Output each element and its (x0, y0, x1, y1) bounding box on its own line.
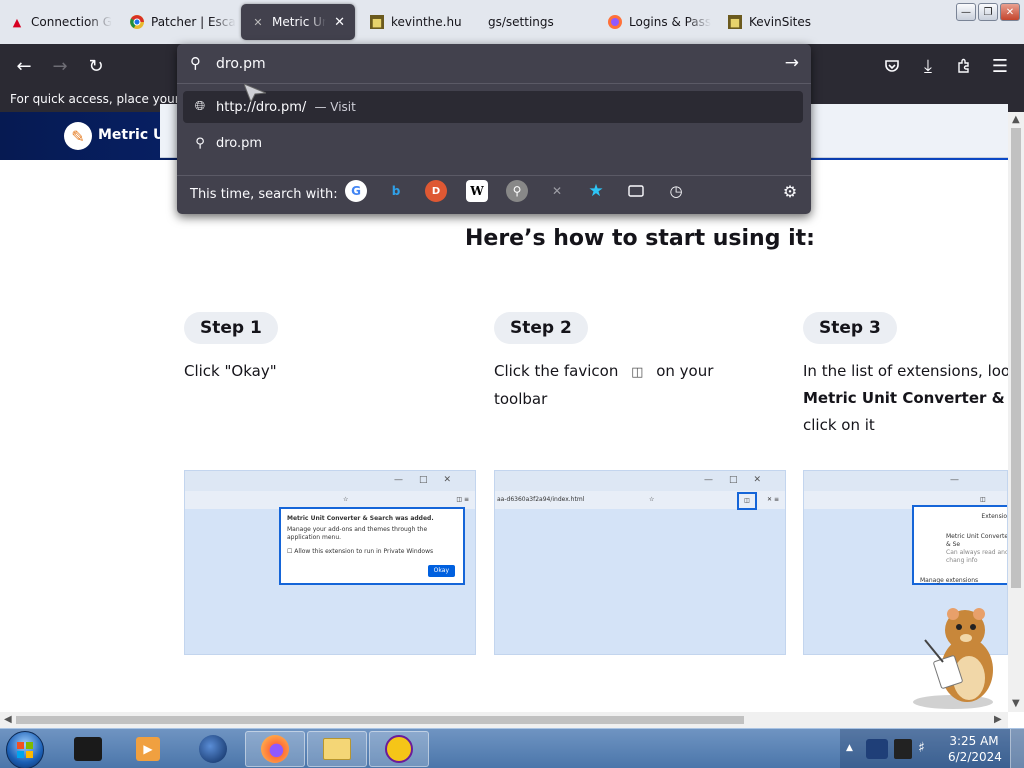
okay-button: Okay (427, 565, 455, 577)
tab-kevinthe[interactable]: ■ kevinthe.hu (360, 4, 480, 40)
gear-icon[interactable]: ⚙ (779, 180, 801, 202)
firefox-icon (261, 735, 289, 763)
wikipedia-icon[interactable]: W (466, 180, 488, 202)
menu-icon[interactable]: ☰ (986, 52, 1014, 80)
media-player-icon: ▶ (136, 737, 160, 761)
taskbar-app-terminal[interactable] (58, 731, 118, 767)
shield-icon[interactable] (866, 739, 888, 759)
show-desktop-button[interactable] (1010, 729, 1024, 768)
mini-address: aa-d6360a3f2a94/index.html ☆ ◫ ✕ ≡ (495, 491, 785, 510)
scroll-right-icon[interactable]: ▶ (994, 714, 1002, 725)
scroll-down-icon[interactable]: ▼ (1012, 698, 1020, 709)
step-2-screenshot: —□✕ aa-d6360a3f2a94/index.html ☆ ◫ ✕ ≡ (494, 470, 786, 655)
pocket-icon[interactable] (878, 52, 906, 80)
added-dialog: Metric Unit Converter & Search was added… (279, 507, 465, 585)
network-icon[interactable] (894, 739, 912, 759)
taskbar-app-media[interactable]: ▶ (118, 731, 178, 767)
close-tab-icon[interactable]: ✕ (334, 15, 345, 30)
globe-icon: 🌐︎ (194, 99, 206, 114)
minimize-button[interactable]: — (956, 3, 976, 21)
tab-strip: ▲ Connection G Patcher | Esca ✕ Metric U… (0, 0, 1024, 44)
url-result-search[interactable]: ⚲ dro.pm (183, 128, 803, 160)
page-heading: Here’s how to start using it: (465, 226, 815, 251)
messenger-icon (385, 735, 413, 763)
vertical-scrollbar[interactable]: ▲ ▼ (1008, 112, 1024, 712)
taskbar-app-globe[interactable] (183, 731, 243, 767)
tab-logins[interactable]: Logins & Pass (598, 4, 716, 40)
horizontal-scroll-thumb[interactable] (16, 716, 744, 724)
mini-titlebar: — (804, 471, 1007, 491)
taskbar: ▶ ▲ ♯ 3:25 AM 6/2/2024 (0, 728, 1024, 768)
mini-titlebar: —□✕ (495, 471, 785, 491)
hamster-mascot (905, 600, 1005, 710)
forward-icon[interactable]: → (46, 52, 74, 80)
google-icon[interactable]: G (345, 180, 367, 202)
tab-settings[interactable]: gs/settings (478, 4, 588, 40)
search-engine-icon[interactable]: ⚲ (506, 180, 528, 202)
pdf-red-icon: ▲ (12, 15, 22, 29)
step-2-text: Click the favicon ◫ on your toolbar (494, 358, 754, 413)
site-icon: ■ (728, 15, 742, 29)
window-controls: — ❐ ✕ (956, 3, 1020, 21)
globe-app-icon (199, 735, 227, 763)
divider (177, 175, 811, 176)
url-input[interactable]: ⚲ dro.pm → (177, 44, 811, 84)
bing-icon[interactable]: b (385, 180, 407, 202)
taskbar-app-firefox[interactable] (245, 731, 305, 767)
step-3-text: In the list of extensions, look Metric U… (803, 362, 1008, 434)
tabs-icon[interactable] (625, 180, 647, 202)
tab-kevinsites[interactable]: ■ KevinSites (718, 4, 828, 40)
site-icon: ■ (370, 15, 384, 29)
maximize-button[interactable]: ❐ (978, 3, 998, 21)
extensions-panel: Extensions Metric Unit Converter & Se Ca… (912, 505, 1007, 585)
tab-metric-unit[interactable]: ✕ Metric Unit ✕ (241, 4, 355, 40)
step-3-badge: Step 3 (803, 312, 897, 344)
url-query[interactable]: dro.pm (216, 56, 266, 72)
firefox-icon (608, 15, 622, 29)
close-window-button[interactable]: ✕ (1000, 3, 1020, 21)
download-icon[interactable]: ⤓ (914, 52, 942, 80)
extension-icon: ✕ (253, 15, 263, 29)
logo-icon: ✎ (64, 122, 92, 150)
history-icon[interactable]: ◷ (665, 180, 687, 202)
bookmarks-star-icon[interactable]: ★ (585, 180, 607, 202)
tab-connection[interactable]: ▲ Connection G (0, 4, 118, 40)
back-icon[interactable]: ← (10, 52, 38, 80)
scroll-left-icon[interactable]: ◀ (4, 714, 12, 725)
clock[interactable]: 3:25 AM 6/2/2024 (948, 733, 1002, 765)
terminal-icon (74, 737, 102, 761)
url-result-visit[interactable]: 🌐︎ http://dro.pm/ — Visit (183, 91, 803, 123)
go-arrow-icon[interactable]: → (785, 53, 799, 73)
step-1-screenshot: —□✕ ☆ ◫ ≡ Metric Unit Converter & Search … (184, 470, 476, 655)
volume-icon[interactable]: ♯ (918, 740, 925, 756)
tab-patcher[interactable]: Patcher | Esca (120, 4, 238, 40)
duckduckgo-icon[interactable]: D (425, 180, 447, 202)
taskbar-app-yahoo[interactable] (369, 731, 429, 767)
reload-icon[interactable]: ↻ (82, 52, 110, 80)
step-1-badge: Step 1 (184, 312, 278, 344)
tray-expand-icon[interactable]: ▲ (846, 743, 853, 753)
chrome-icon (130, 15, 144, 29)
scroll-up-icon[interactable]: ▲ (1012, 114, 1020, 125)
search-icon: ⚲ (195, 136, 205, 151)
folder-icon (323, 738, 351, 760)
search-with-label: This time, search with: (190, 187, 338, 202)
puzzle-icon: ◫ (631, 365, 644, 380)
step-1-text: Click "Okay" (184, 362, 277, 380)
close-engine-icon[interactable]: ✕ (546, 180, 568, 202)
mouse-cursor-icon (243, 83, 267, 106)
urlbar-dropdown: ⚲ dro.pm → 🌐︎ http://dro.pm/ — Visit ⚲ d… (177, 44, 811, 214)
vertical-scroll-thumb[interactable] (1011, 128, 1021, 588)
extensions-icon[interactable] (950, 52, 978, 80)
taskbar-app-explorer[interactable] (307, 731, 367, 767)
search-icon: ⚲ (190, 54, 201, 72)
step-2-badge: Step 2 (494, 312, 588, 344)
horizontal-scrollbar[interactable]: ◀ ▶ (0, 712, 1008, 728)
mini-titlebar: —□✕ (185, 471, 475, 491)
start-button[interactable] (6, 731, 44, 768)
